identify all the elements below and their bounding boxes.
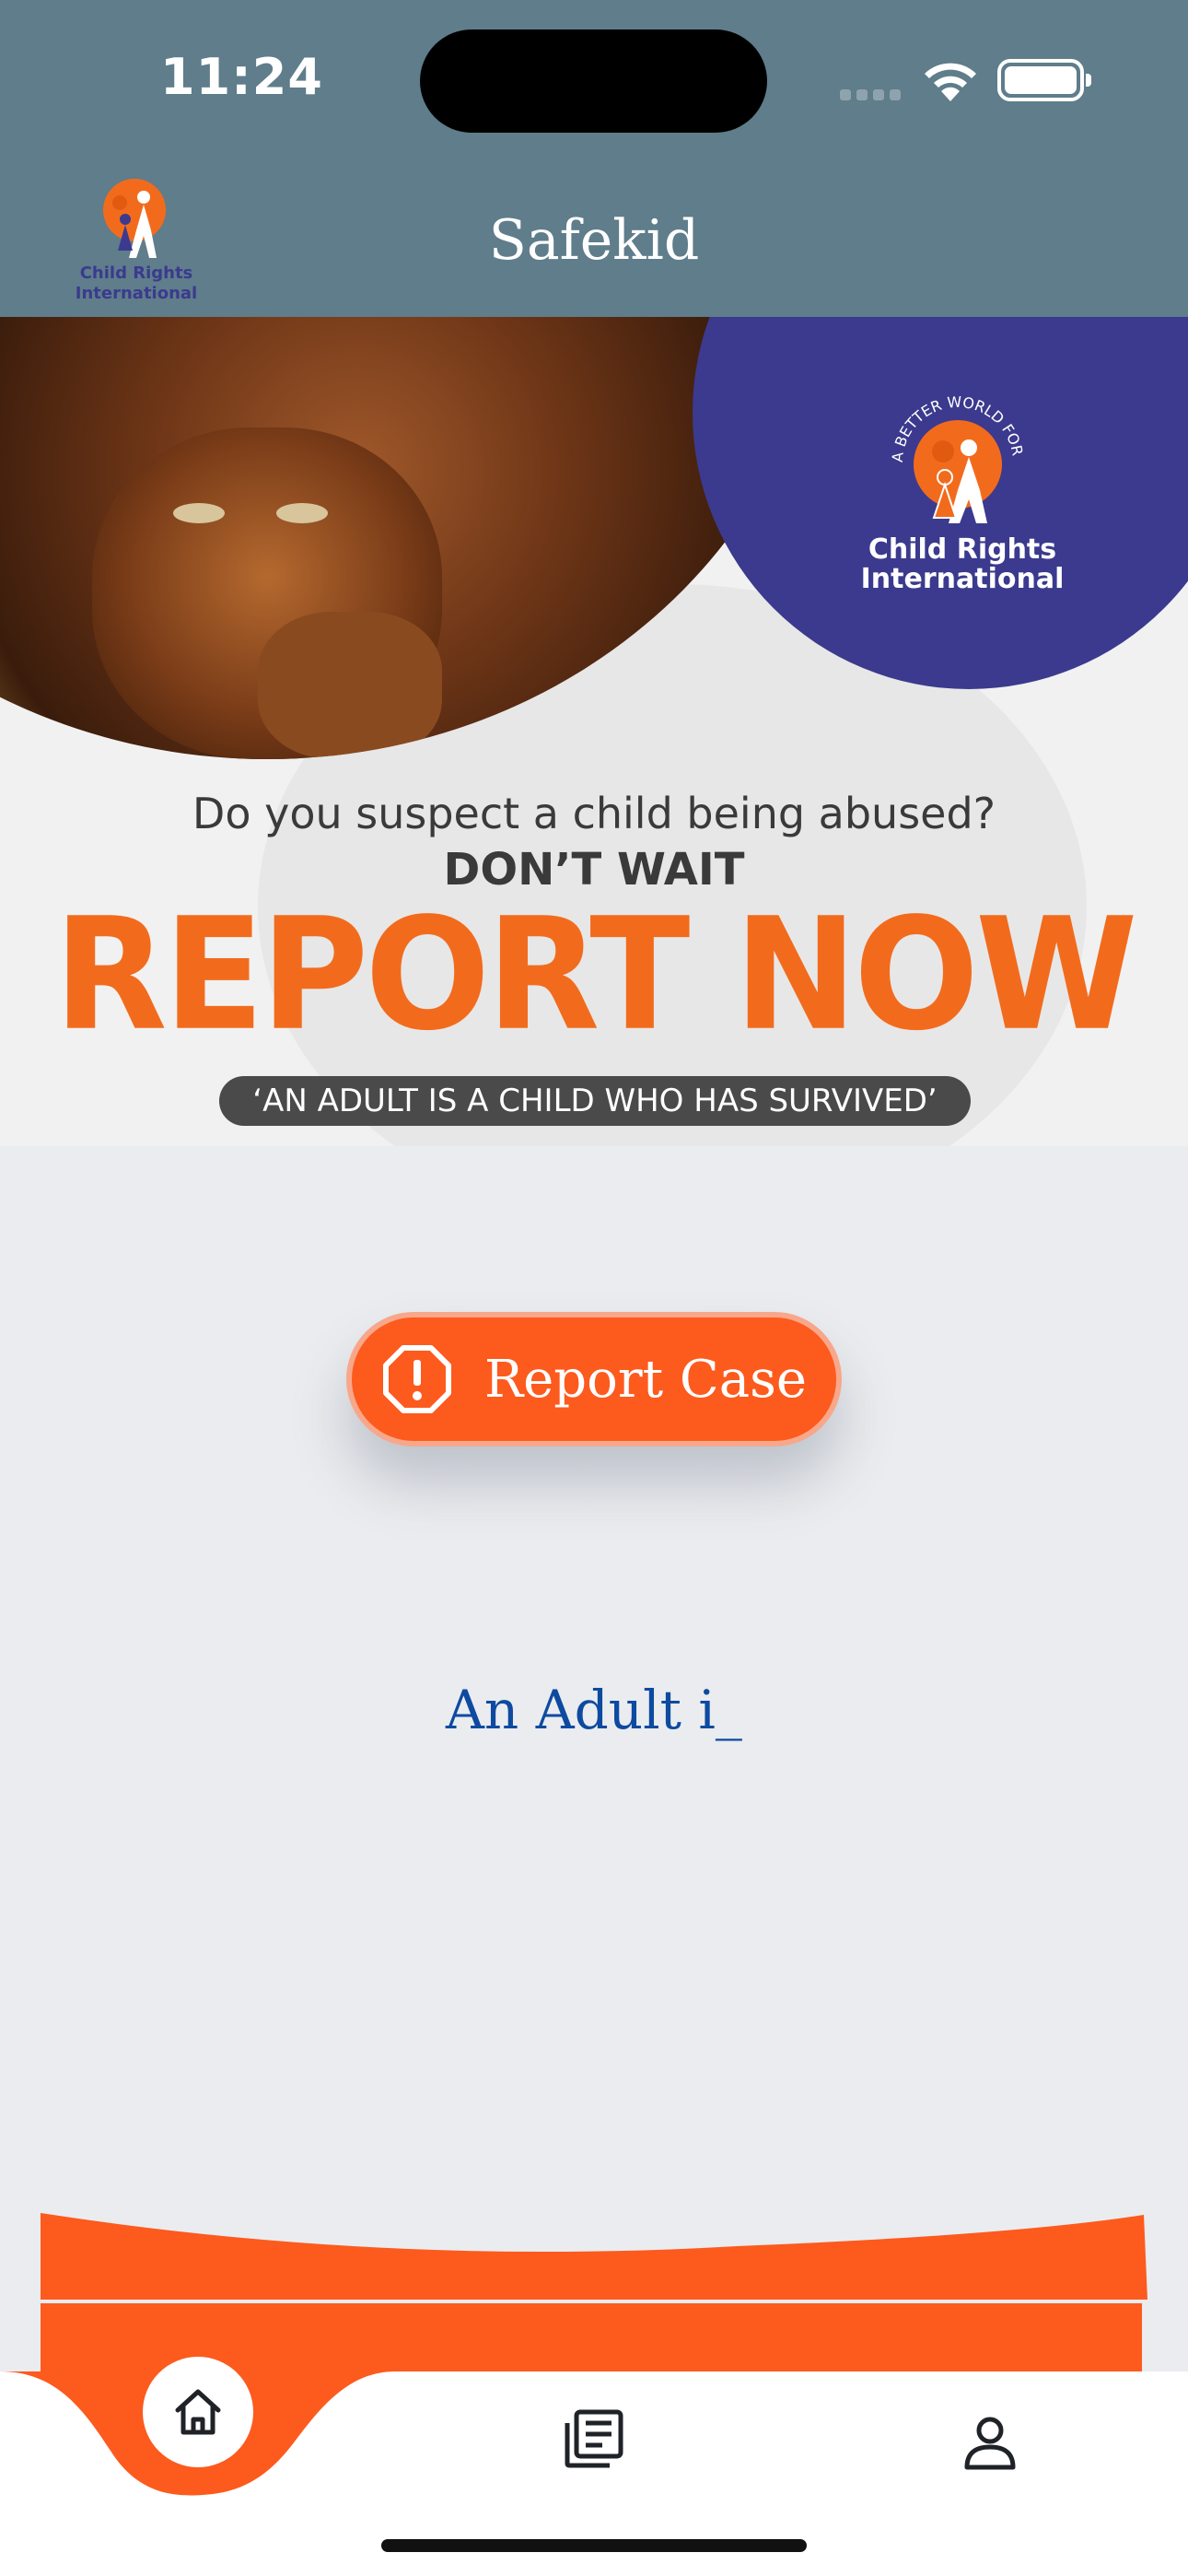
report-case-button[interactable]: Report Case — [346, 1312, 842, 1446]
alert-octagon-icon — [382, 1345, 451, 1413]
report-case-label: Report Case — [483, 1349, 808, 1410]
banner-question: Do you suspect a child being abused? — [192, 789, 996, 838]
banner-headline: REPORT NOW — [53, 884, 1137, 1065]
news-icon[interactable] — [562, 2406, 626, 2471]
cellular-signal-icon — [840, 87, 906, 104]
app-title: Safekid — [488, 208, 700, 273]
svg-text:International: International — [76, 284, 197, 303]
org-name-line2: International — [860, 563, 1065, 595]
home-indicator — [381, 2539, 807, 2552]
banner-quote: ‘AN ADULT IS A CHILD WHO HAS SURVIVED’ — [219, 1076, 971, 1126]
battery-icon — [997, 59, 1091, 101]
home-icon — [175, 2389, 221, 2435]
user-icon[interactable] — [958, 2410, 1022, 2475]
nav-home[interactable] — [143, 2357, 253, 2467]
app-header: 11:24 Child Rights International Safekid — [0, 0, 1188, 317]
dynamic-island — [420, 29, 767, 133]
wifi-icon — [925, 63, 976, 101]
report-banner: A BETTER WORLD FOR CHILDREN Child Rights… — [0, 317, 1188, 1146]
status-time: 11:24 — [160, 48, 323, 106]
child-rights-logo-icon: A BETTER WORLD FOR CHILDREN — [866, 361, 1027, 523]
typewriter-text: An Adult i_ — [446, 1679, 742, 1741]
org-name-line1: Child Rights — [868, 533, 1057, 566]
